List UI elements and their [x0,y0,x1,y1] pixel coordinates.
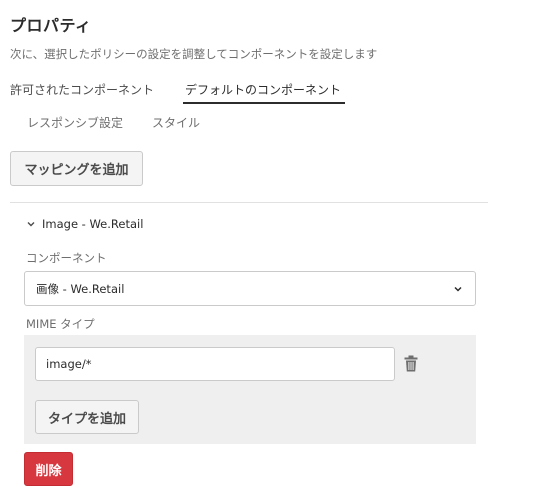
mapping-accordion-header[interactable]: Image - We.Retail [26,217,143,231]
page-title: プロパティ [10,16,92,35]
tab-styles[interactable]: スタイル [152,114,200,131]
trash-icon[interactable] [404,355,418,372]
mime-type-input[interactable] [35,347,395,381]
divider [10,202,488,203]
delete-button[interactable]: 削除 [24,452,73,486]
mime-type-label: MIME タイプ [26,317,95,331]
chevron-down-icon [454,286,462,292]
component-select-value: 画像 - We.Retail [36,281,125,296]
tab-default-components[interactable]: デフォルトのコンポーネント [182,81,346,104]
tab-responsive-settings[interactable]: レスポンシブ設定 [27,114,123,131]
mapping-title: Image - We.Retail [42,217,144,231]
add-type-button[interactable]: タイプを追加 [35,400,139,434]
chevron-down-icon [27,222,35,227]
page-subtitle: 次に、選択したポリシーの設定を調整してコンポーネントを設定します [10,47,378,61]
component-select[interactable]: 画像 - We.Retail [24,271,476,306]
mime-type-panel: タイプを追加 [24,335,476,444]
tab-allowed-components[interactable]: 許可されたコンポーネント [10,81,154,98]
add-mapping-button[interactable]: マッピングを追加 [10,151,143,186]
component-label: コンポーネント [26,251,107,265]
